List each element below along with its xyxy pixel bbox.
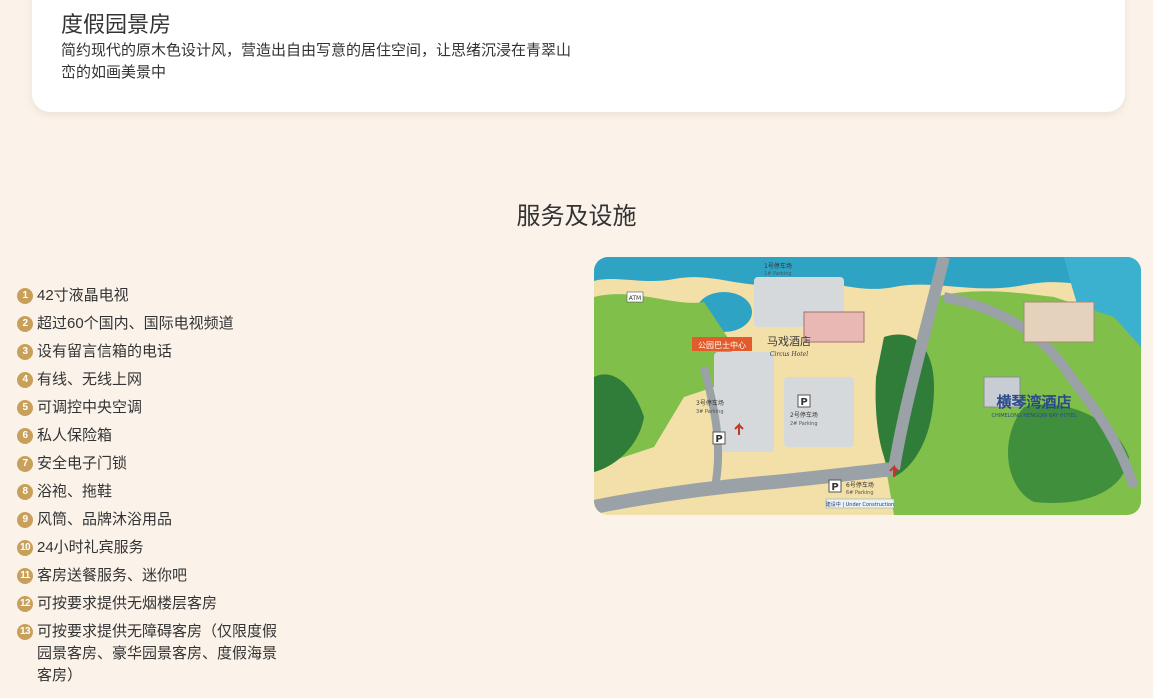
room-description: 简约现代的原木色设计风，营造出自由写意的居住空间，让思绪沉浸在青翠山峦的如画美景… xyxy=(61,42,572,81)
parking-icon-letter: P xyxy=(831,482,838,493)
map-parking-1-label: 1号停车场 xyxy=(764,262,792,270)
amenity-text: 浴袍、拖鞋 xyxy=(37,483,113,500)
amenity-item: 1 42寸液晶电视 xyxy=(17,285,287,307)
amenity-text: 超过60个国内、国际电视频道 xyxy=(37,315,234,332)
map-parking-1-en-label: 1# Parking xyxy=(764,271,792,277)
amenity-item: 10 24小时礼宾服务 xyxy=(17,537,287,559)
amenity-list: 1 42寸液晶电视 2 超过60个国内、国际电视频道 3 设有留言信箱的电话 4… xyxy=(17,285,287,693)
map-parking-6-label: 6号停车场 xyxy=(846,481,874,489)
amenity-item: 9 风筒、品牌沐浴用品 xyxy=(17,509,287,531)
map-building xyxy=(1023,301,1095,343)
amenity-item: 6 私人保险箱 xyxy=(17,425,287,447)
map-circus-hotel-label: 马戏酒店 xyxy=(767,334,811,348)
amenity-text: 安全电子门锁 xyxy=(37,455,128,472)
amenity-text: 有线、无线上网 xyxy=(37,371,143,388)
room-card: 度假园景房 简约现代的原木色设计风，营造出自由写意的居住空间，让思绪沉浸在青翠山… xyxy=(32,0,1125,112)
services-title: 服务及设施 xyxy=(516,203,637,230)
map-parking-3-label: 3号停车场 xyxy=(696,399,724,407)
map-building xyxy=(803,311,865,343)
map-parking-6-en-label: 6# Parking xyxy=(846,490,874,496)
number-badge-icon: 12 xyxy=(17,596,33,612)
number-badge-icon: 4 xyxy=(17,372,33,388)
amenity-text: 私人保险箱 xyxy=(37,427,113,444)
amenity-item: 5 可调控中央空调 xyxy=(17,397,287,419)
amenity-item: 2 超过60个国内、国际电视频道 xyxy=(17,313,287,335)
number-badge-icon: 13 xyxy=(17,624,33,640)
number-badge-icon: 5 xyxy=(17,400,33,416)
amenity-item: 4 有线、无线上网 xyxy=(17,369,287,391)
parking-icon-letter: P xyxy=(800,397,807,408)
number-badge-icon: 9 xyxy=(17,512,33,528)
room-title: 度假园景房 xyxy=(61,12,172,37)
parking-icon-letter: P xyxy=(715,434,722,445)
amenity-item: 12 可按要求提供无烟楼层客房 xyxy=(17,593,287,615)
amenity-text: 客房送餐服务、迷你吧 xyxy=(37,567,188,584)
amenity-text: 可调控中央空调 xyxy=(37,399,143,416)
resort-map[interactable]: 公园巴士中心 马戏酒店 Circus Hotel 横琴湾酒店 CHIMELONG… xyxy=(594,257,1141,515)
map-parking-3-en-label: 3# Parking xyxy=(696,409,724,415)
map-bus-center-label: 公园巴士中心 xyxy=(698,340,746,350)
amenity-item: 13 可按要求提供无障碍客房（仅限度假园景客房、豪华园景客房、度假海景客房） xyxy=(17,621,287,687)
amenity-text: 可按要求提供无烟楼层客房 xyxy=(37,595,218,612)
number-badge-icon: 2 xyxy=(17,316,33,332)
amenity-text: 42寸液晶电视 xyxy=(37,287,129,304)
amenity-text: 24小时礼宾服务 xyxy=(37,539,144,556)
amenity-item: 3 设有留言信箱的电话 xyxy=(17,341,287,363)
number-badge-icon: 3 xyxy=(17,344,33,360)
amenity-text: 可按要求提供无障碍客房（仅限度假园景客房、豪华园景客房、度假海景客房） xyxy=(37,623,278,684)
map-hotel-label: 横琴湾酒店 xyxy=(996,393,1071,411)
number-badge-icon: 7 xyxy=(17,456,33,472)
map-parking-2-label: 2号停车场 xyxy=(790,411,818,419)
map-parking-2-en-label: 2# Parking xyxy=(790,421,818,427)
number-badge-icon: 8 xyxy=(17,484,33,500)
number-badge-icon: 11 xyxy=(17,568,33,584)
number-badge-icon: 10 xyxy=(17,540,33,556)
map-construction-label: 建设中 | Under Construction xyxy=(826,501,894,508)
amenity-text: 风筒、品牌沐浴用品 xyxy=(37,511,173,528)
number-badge-icon: 1 xyxy=(17,288,33,304)
amenity-text: 设有留言信箱的电话 xyxy=(37,343,173,360)
atm-icon-label: ATM xyxy=(629,295,641,302)
number-badge-icon: 6 xyxy=(17,428,33,444)
map-circus-hotel-en-label: Circus Hotel xyxy=(770,351,808,358)
amenity-item: 8 浴袍、拖鞋 xyxy=(17,481,287,503)
amenity-item: 11 客房送餐服务、迷你吧 xyxy=(17,565,287,587)
amenity-item: 7 安全电子门锁 xyxy=(17,453,287,475)
resort-map-illustration: 公园巴士中心 马戏酒店 Circus Hotel 横琴湾酒店 CHIMELONG… xyxy=(594,257,1141,515)
map-hotel-en-label: CHIMELONG HENGQIN BAY HOTEL xyxy=(991,413,1076,419)
